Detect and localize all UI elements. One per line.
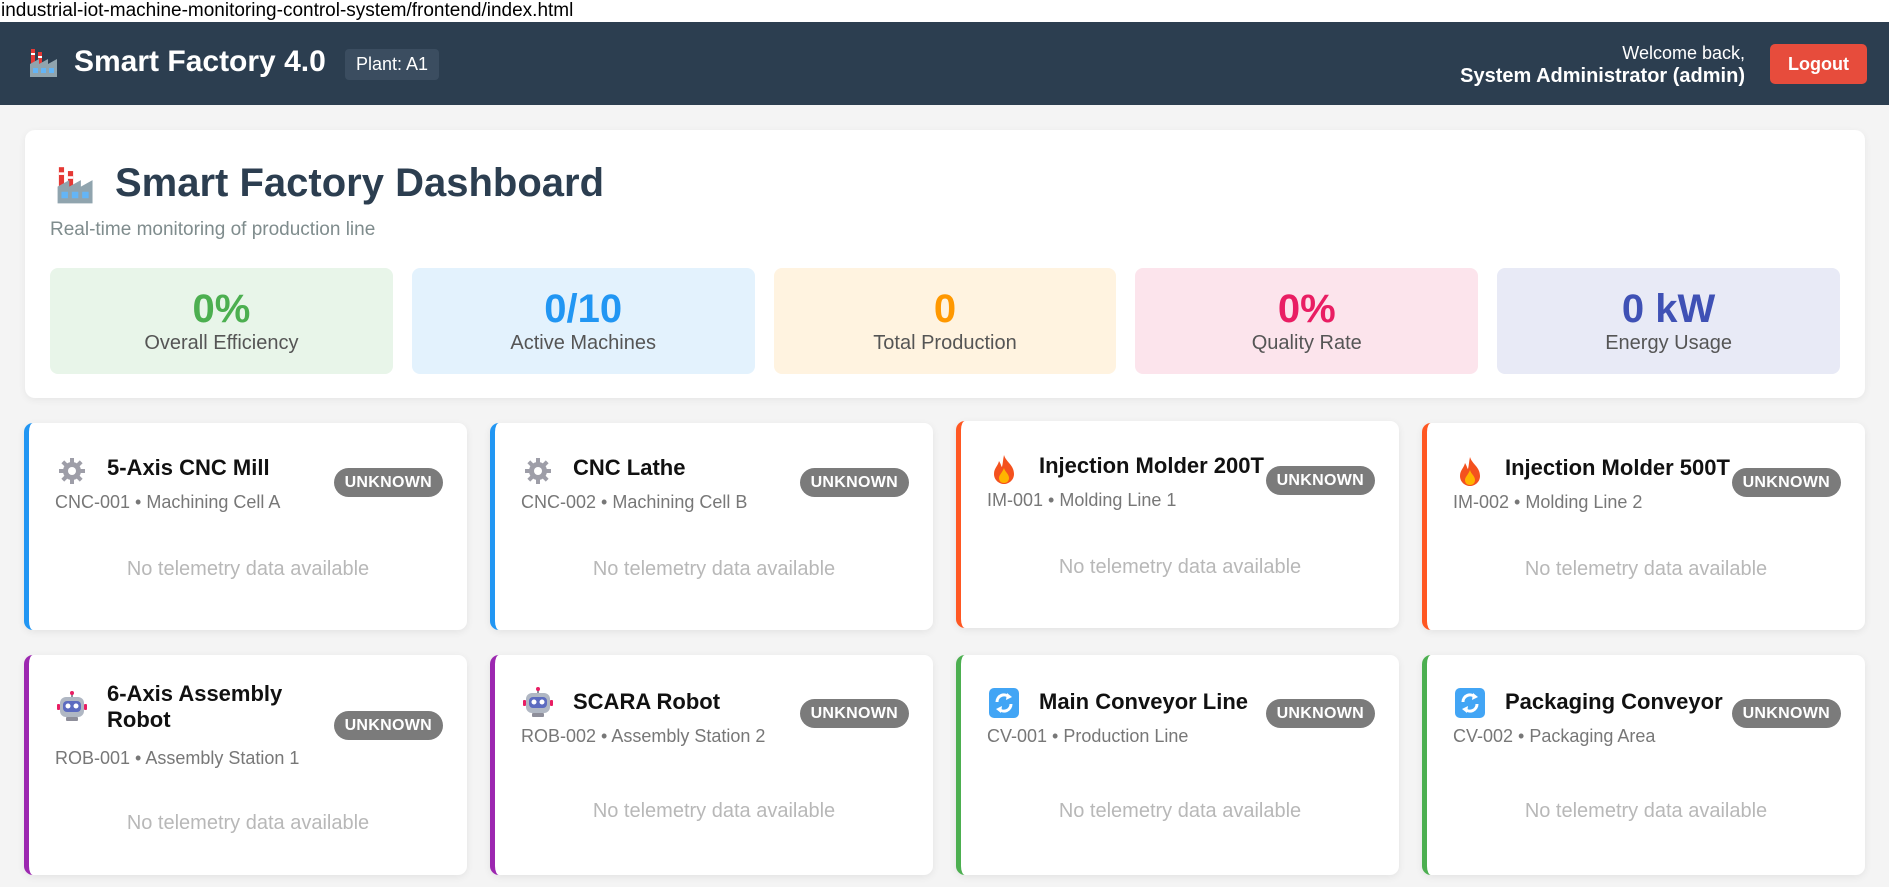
machine-id-location: ROB-001 • Assembly Station 1 — [55, 748, 300, 768]
machine-card[interactable]: Main Conveyor Line CV-001 • Production L… — [956, 655, 1399, 875]
machine-card[interactable]: CNC Lathe CNC-002 • Machining Cell B UNK… — [490, 423, 933, 630]
machine-name: Injection Molder 500T — [1505, 455, 1730, 480]
top-navbar: Smart Factory 4.0 Plant: A1 Welcome back… — [0, 22, 1889, 105]
robot-icon — [57, 691, 87, 721]
gear-icon — [59, 458, 85, 484]
factory-icon — [30, 49, 57, 77]
telemetry-empty-message: No telemetry data available — [1524, 558, 1768, 580]
telemetry-empty-message: No telemetry data available — [1058, 800, 1302, 822]
status-badge: UNKNOWN — [1265, 466, 1375, 495]
machine-name: Packaging Conveyor — [1505, 689, 1723, 714]
telemetry-empty-message: No telemetry data available — [1058, 556, 1302, 578]
status-badge: UNKNOWN — [1731, 699, 1841, 728]
machine-id-location: CNC-002 • Machining Cell B — [521, 492, 748, 512]
machine-id-location: CV-002 • Packaging Area — [1453, 726, 1656, 746]
machine-card[interactable]: Injection Molder 500T IM-002 • Molding L… — [1422, 423, 1865, 630]
status-badge: UNKNOWN — [333, 468, 443, 497]
dashboard-panel: Smart Factory Dashboard Real-time monito… — [25, 130, 1865, 398]
stat-label: Total Production — [873, 332, 1017, 354]
status-badge: UNKNOWN — [1265, 699, 1375, 728]
user-name: System Administrator (admin) — [1460, 65, 1745, 87]
stats-row: 0% Overall Efficiency 0/10 Active Machin… — [50, 268, 1840, 374]
telemetry-empty-message: No telemetry data available — [592, 800, 836, 822]
robot-icon — [523, 687, 553, 717]
machine-card[interactable]: Packaging Conveyor CV-002 • Packaging Ar… — [1422, 655, 1865, 875]
dashboard-header: Smart Factory Dashboard — [55, 161, 604, 206]
machine-name: Main Conveyor Line — [1039, 689, 1249, 714]
stat-label: Energy Usage — [1605, 332, 1732, 354]
fire-icon — [1460, 457, 1480, 486]
machine-id-location: IM-001 • Molding Line 1 — [987, 490, 1177, 510]
brand: Smart Factory 4.0 — [28, 45, 326, 79]
stat-value: 0 — [933, 287, 957, 331]
machine-card[interactable]: Injection Molder 200T IM-001 • Molding L… — [956, 421, 1399, 628]
app-title: Smart Factory 4.0 — [74, 45, 326, 78]
logout-button[interactable]: Logout — [1770, 44, 1867, 84]
status-badge: UNKNOWN — [1731, 468, 1841, 497]
stat-label: Overall Efficiency — [144, 332, 299, 354]
stat-value: 0 kW — [1621, 287, 1716, 331]
machine-id-location: CV-001 • Production Line — [987, 726, 1189, 746]
status-badge: UNKNOWN — [799, 699, 909, 728]
dashboard-title: Smart Factory Dashboard — [115, 161, 605, 205]
machine-id-location: ROB-002 • Assembly Station 2 — [521, 726, 766, 746]
user-greeting: Welcome back, System Administrator (admi… — [1460, 42, 1745, 88]
machine-name: CNC Lathe — [573, 455, 686, 480]
browser-url-bar[interactable]: industrial-iot-machine-monitoring-contro… — [0, 0, 1889, 22]
stat-card-quality-rate: 0% Quality Rate — [1135, 268, 1479, 374]
fire-icon — [994, 455, 1014, 484]
machine-card[interactable]: 5-Axis CNC Mill CNC-001 • Machining Cell… — [24, 423, 467, 630]
stat-label: Quality Rate — [1251, 332, 1362, 354]
stat-value: 0/10 — [544, 287, 623, 331]
machine-name: SCARA Robot — [573, 689, 721, 714]
machine-name: 6-Axis Assembly Robot — [107, 681, 283, 732]
dashboard-subtitle: Real-time monitoring of production line — [50, 219, 376, 240]
stat-value: 0% — [192, 287, 251, 331]
status-badge: UNKNOWN — [333, 711, 443, 740]
stat-label: Active Machines — [510, 332, 656, 354]
machine-grid: 5-Axis CNC Mill CNC-001 • Machining Cell… — [24, 421, 1866, 875]
machine-name: 5-Axis CNC Mill — [107, 455, 270, 480]
stat-card-efficiency: 0% Overall Efficiency — [50, 268, 393, 374]
cycle-arrows-icon — [1455, 688, 1485, 718]
telemetry-empty-message: No telemetry data available — [1524, 800, 1768, 822]
stat-card-energy-usage: 0 kW Energy Usage — [1497, 268, 1840, 374]
telemetry-empty-message: No telemetry data available — [126, 812, 370, 834]
stat-value: 0% — [1277, 287, 1336, 331]
plant-badge: Plant: A1 — [345, 49, 440, 80]
machine-id-location: IM-002 • Molding Line 2 — [1453, 492, 1643, 512]
gear-icon — [525, 458, 551, 484]
machine-card[interactable]: SCARA Robot ROB-002 • Assembly Station 2… — [490, 655, 933, 875]
stat-card-total-production: 0 Total Production — [773, 268, 1117, 374]
factory-icon — [57, 166, 93, 203]
status-badge: UNKNOWN — [799, 468, 909, 497]
machine-id-location: CNC-001 • Machining Cell A — [55, 492, 281, 512]
stat-card-active-machines: 0/10 Active Machines — [411, 268, 755, 374]
machine-card[interactable]: 6-Axis Assembly Robot ROB-001 • Assembly… — [24, 655, 467, 875]
welcome-text: Welcome back, — [1622, 43, 1745, 63]
cycle-arrows-icon — [989, 688, 1019, 718]
telemetry-empty-message: No telemetry data available — [592, 558, 836, 580]
machine-name: Injection Molder 200T — [1039, 453, 1264, 478]
telemetry-empty-message: No telemetry data available — [126, 558, 370, 580]
